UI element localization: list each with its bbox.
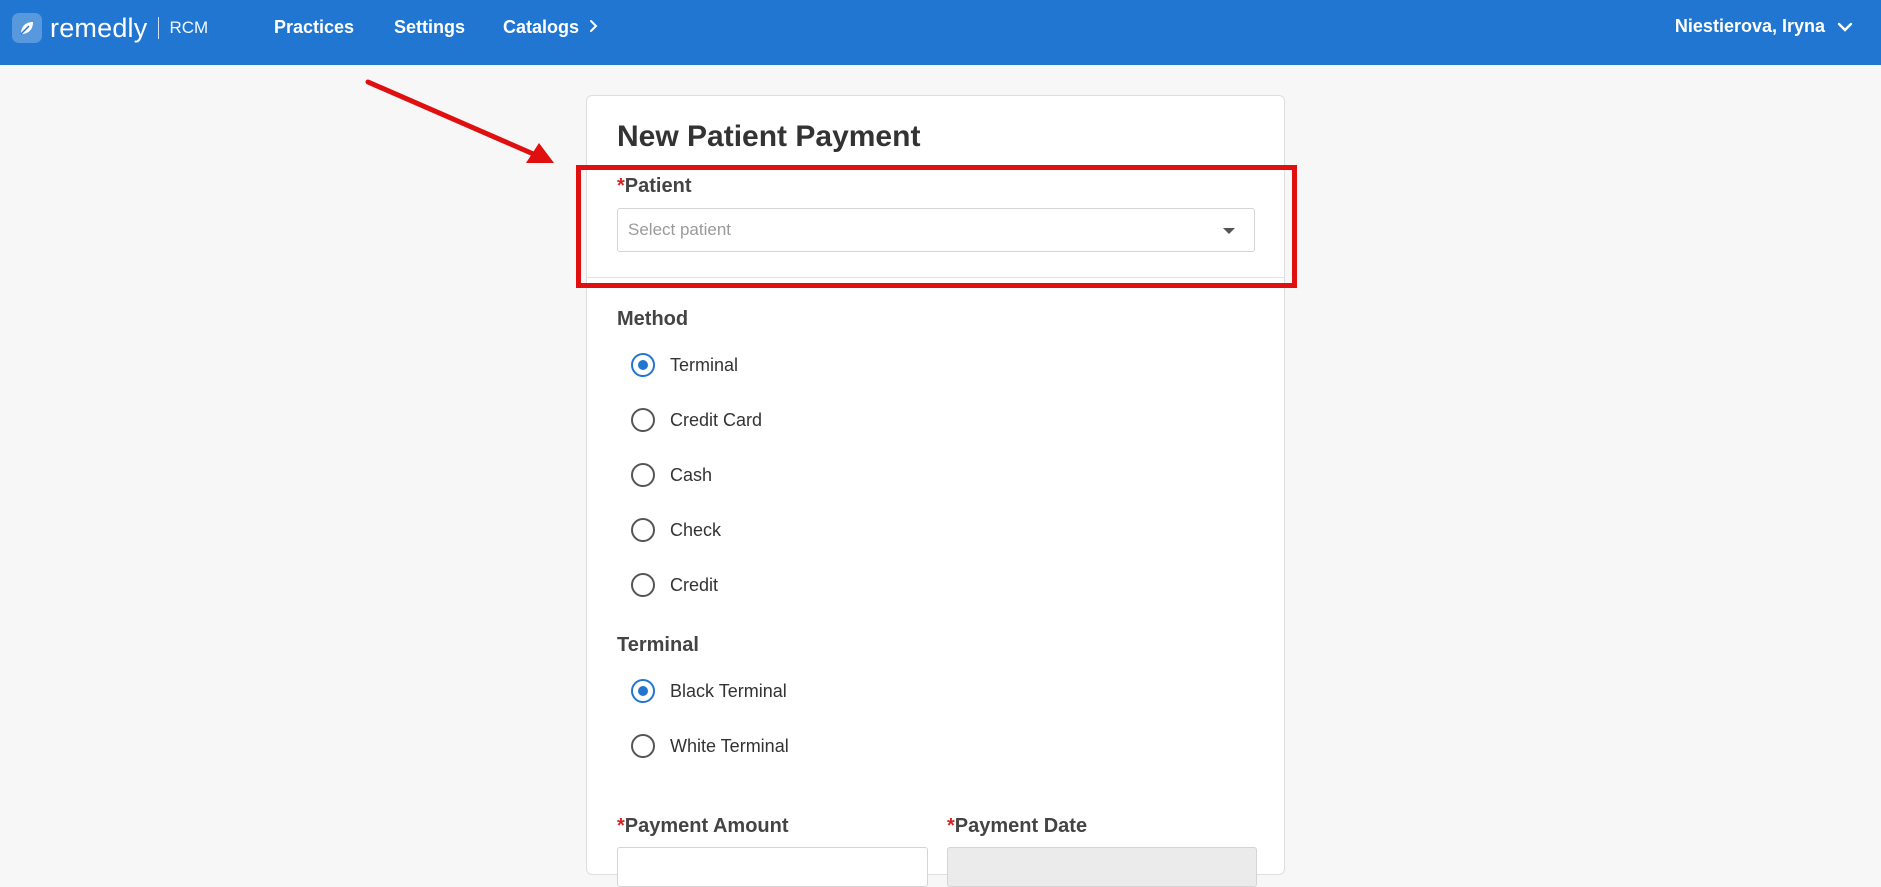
radio-label: White Terminal bbox=[670, 735, 789, 756]
radio-button[interactable] bbox=[631, 679, 655, 703]
brand-divider bbox=[158, 17, 160, 39]
radio-button[interactable] bbox=[631, 353, 655, 377]
radio-button[interactable] bbox=[631, 463, 655, 487]
chevron-down-icon bbox=[1837, 22, 1853, 32]
radio-button[interactable] bbox=[631, 573, 655, 597]
radio-label: Terminal bbox=[670, 354, 739, 375]
brand-sub: RCM bbox=[169, 18, 209, 37]
terminal-label: Terminal bbox=[617, 634, 699, 656]
terminal-option-white[interactable]: White Terminal bbox=[631, 734, 789, 758]
method-option-terminal[interactable]: Terminal bbox=[631, 353, 738, 377]
top-navbar: remedly RCM Practices Settings Catalogs … bbox=[0, 0, 1881, 65]
method-option-cash[interactable]: Cash bbox=[631, 463, 712, 487]
page-title: New Patient Payment bbox=[617, 120, 921, 153]
chevron-right-icon bbox=[590, 20, 598, 32]
payment-date-input[interactable] bbox=[947, 847, 1257, 887]
radio-button[interactable] bbox=[631, 518, 655, 542]
user-name: Niestierova, Iryna bbox=[1674, 16, 1825, 36]
method-option-credit-card[interactable]: Credit Card bbox=[631, 408, 762, 432]
payment-amount-input[interactable] bbox=[617, 847, 928, 887]
method-option-check[interactable]: Check bbox=[631, 518, 721, 542]
radio-label: Check bbox=[670, 519, 722, 540]
payment-amount-label: *Payment Amount bbox=[617, 815, 789, 837]
method-option-credit[interactable]: Credit bbox=[631, 573, 718, 597]
nav-practices[interactable]: Practices bbox=[274, 16, 354, 38]
required-mark: * bbox=[617, 815, 625, 837]
payment-date-label: *Payment Date bbox=[947, 815, 1088, 837]
radio-label: Credit bbox=[670, 574, 719, 595]
annotation-arrow-icon bbox=[365, 79, 554, 163]
method-label: Method bbox=[617, 308, 689, 330]
highlight-annotation bbox=[576, 165, 1297, 288]
nav-catalogs[interactable]: Catalogs bbox=[503, 16, 579, 38]
nav-settings[interactable]: Settings bbox=[394, 16, 465, 38]
leaf-logo-icon bbox=[12, 13, 42, 43]
user-menu[interactable]: Niestierova, Iryna bbox=[1675, 16, 1853, 37]
radio-label: Black Terminal bbox=[670, 680, 787, 701]
brand-logo[interactable]: remedly RCM bbox=[12, 12, 208, 44]
required-mark: * bbox=[947, 815, 955, 837]
radio-button[interactable] bbox=[631, 734, 655, 758]
brand-name: remedly bbox=[50, 12, 148, 43]
radio-button[interactable] bbox=[631, 408, 655, 432]
terminal-option-black[interactable]: Black Terminal bbox=[631, 679, 787, 703]
radio-label: Cash bbox=[670, 464, 713, 485]
radio-label: Credit Card bbox=[670, 409, 763, 430]
